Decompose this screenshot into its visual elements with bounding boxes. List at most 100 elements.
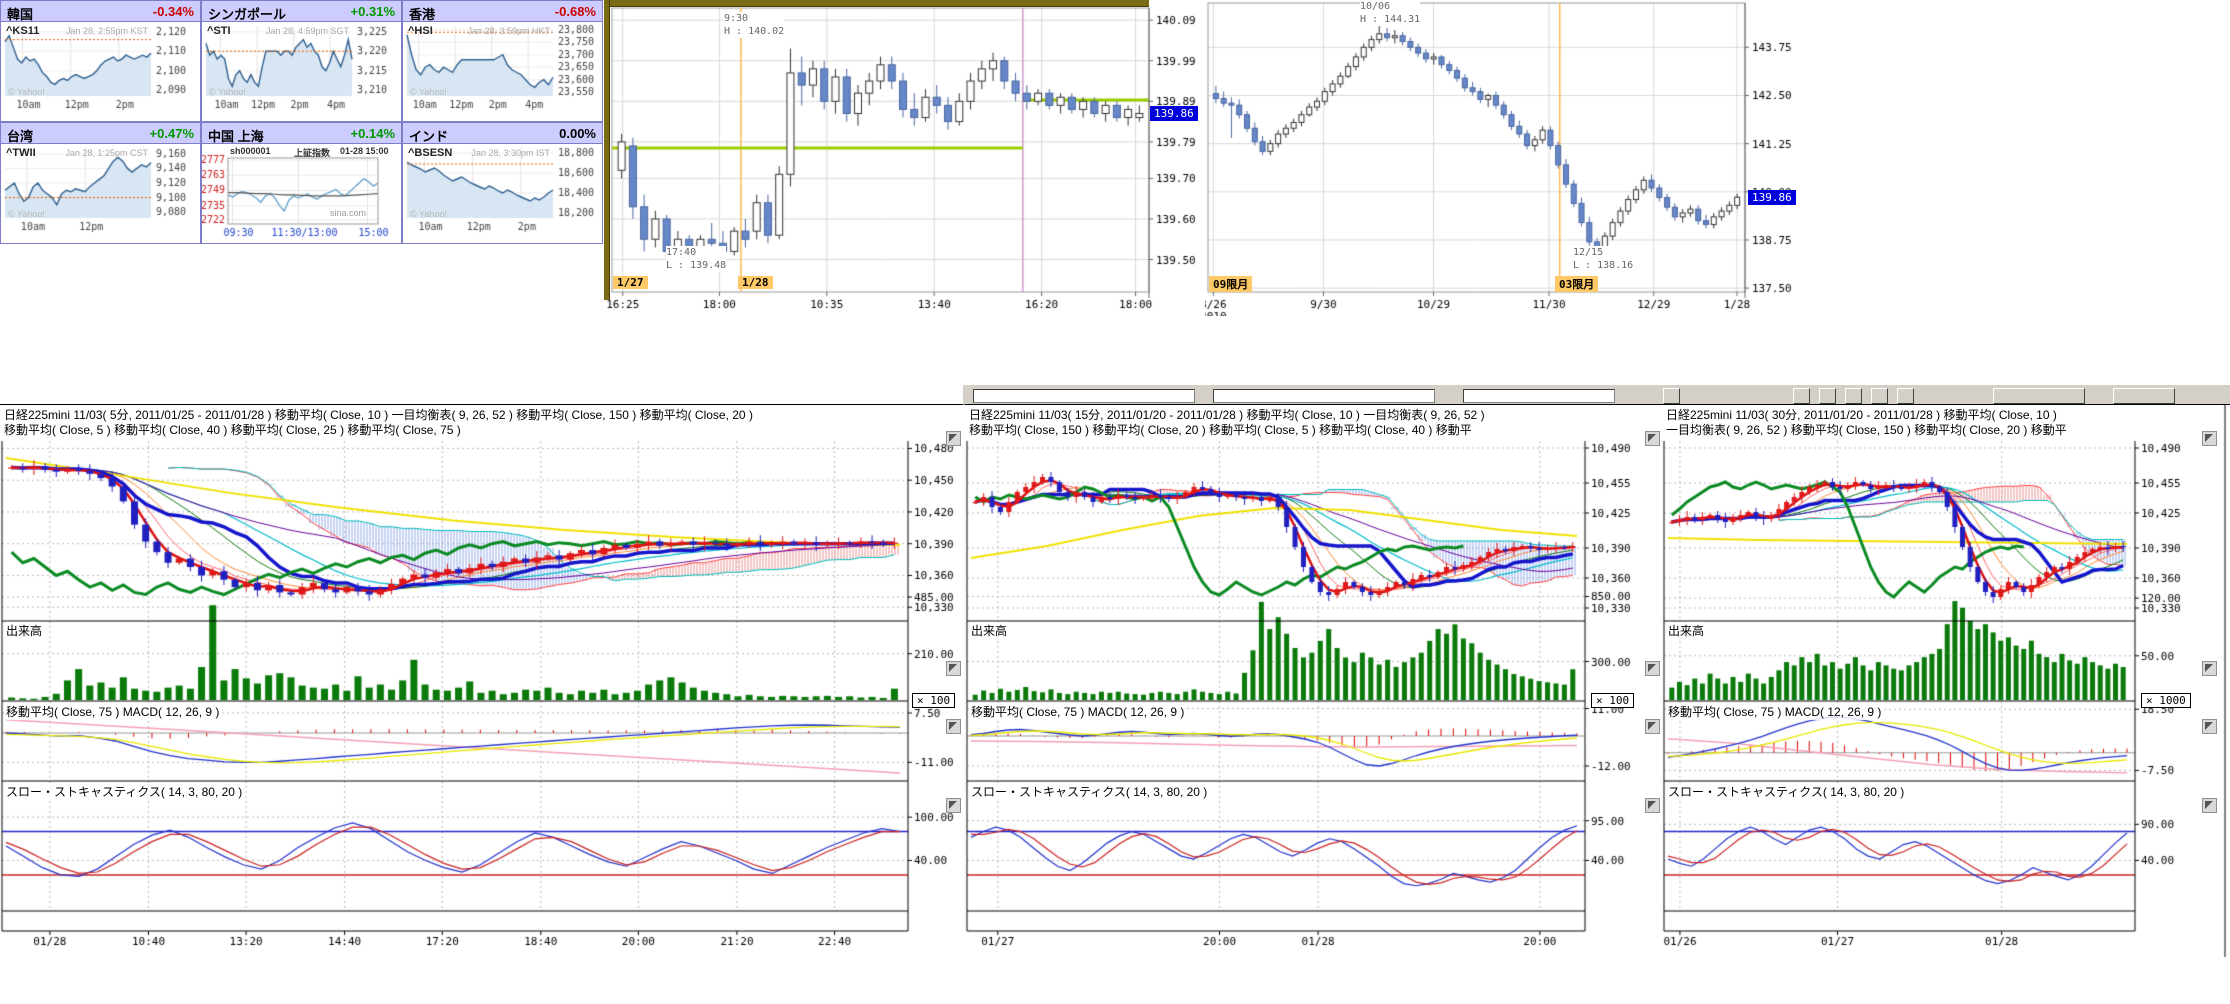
nikkei-mini-15min-chart: 日経225mini 11/03( 15分, 2011/01/20 - 2011/… [965,404,1662,956]
ticker-symbol: ^BSESN [408,147,452,159]
5min-chart-canvas[interactable] [0,405,963,957]
toolbar-button[interactable] [1897,388,1914,404]
change-badge: -0.68% [555,4,596,19]
ticker-symbol: ^HSI [408,25,433,37]
pane-scale-button[interactable] [946,661,961,676]
toolbar-button[interactable] [1819,388,1836,404]
widget-singapore[interactable]: シンガポール +0.31% ^STI Jan 28, 4:59pm SGT © … [201,0,402,122]
yahoo-copyright: © Yahoo! [410,87,447,97]
stochastics-pane-label: スロー・ストキャスティクス( 14, 3, 80, 20 ) [6,783,242,800]
current-price-tag: 139.86 [1150,106,1198,121]
korea-sparkline-canvas[interactable] [1,22,200,122]
contract-tag-03: 03限月 [1555,276,1598,292]
high-value: H : 144.31 [1360,13,1420,26]
date-tag-127: 1/27 [613,276,648,289]
yahoo-copyright: © Yahoo! [410,209,447,219]
quote-timestamp: Jan 28, 1:25pm CST [65,148,148,158]
high-annotation: 10/06 H : 144.31 [1360,0,1420,26]
contract-tag-09: 09限月 [1209,276,1252,292]
singapore-sparkline-canvas[interactable] [202,22,401,122]
quote-timestamp: Jan 28, 2:55pm KST [66,26,148,36]
date-tag-128: 1/28 [738,276,773,289]
yahoo-copyright: © Yahoo! [8,209,45,219]
quote-timestamp: Jan 28, 3:30pm IST [471,148,550,158]
pane-scale-button[interactable] [1645,661,1660,676]
macd-pane-label: 移動平均( Close, 75 ) MACD( 12, 26, 9 ) [6,703,219,720]
toolbar-button[interactable] [1845,388,1862,404]
pane-scale-button[interactable] [946,719,961,734]
chart-frame-top [604,0,1149,7]
high-annotation: 9:30 H : 140.02 [724,12,784,38]
pane-scale-button[interactable] [2202,661,2217,676]
pane-scale-button[interactable] [2202,431,2217,446]
widget-title: 台湾 [7,126,33,145]
sina-timestamp: 01-28 15:00 [340,146,389,156]
low-value: L : 138.16 [1573,259,1633,272]
chart-indicators: 一目均衡表( 9, 26, 52 ) 移動平均( Close, 150 ) 移動… [1666,421,2166,438]
sina-watermark: sina.com [330,208,366,218]
pane-scale-button[interactable] [946,431,961,446]
chart-toolbar-clipped [963,385,2230,405]
widget-title: 韓国 [7,4,33,23]
widget-title: インド [409,126,448,145]
low-value: L : 139.48 [666,259,726,272]
low-annotation: 17:40 L : 139.48 [666,246,726,272]
current-price-tag: 139.86 [1748,190,1796,205]
macd-pane-label: 移動平均( Close, 75 ) MACD( 12, 26, 9 ) [1668,703,1881,720]
pane-scale-button[interactable] [1645,431,1660,446]
toolbar-button[interactable] [1793,388,1810,404]
widget-title: 中国 上海 [208,126,264,145]
taiwan-sparkline-canvas[interactable] [1,144,200,244]
pane-scale-button[interactable] [2202,719,2217,734]
toolbar-button[interactable] [2113,388,2175,404]
toolbar-combobox[interactable] [973,389,1195,403]
high-time: 10/06 [1360,0,1420,13]
change-badge: +0.14% [351,126,395,141]
volume-multiplier: × 1000 [2141,693,2191,708]
widget-india[interactable]: インド 0.00% ^BSESN Jan 28, 3:30pm IST © Ya… [402,122,603,244]
change-badge: 0.00% [559,126,596,141]
toolbar-button[interactable] [1993,388,2085,404]
sina-index-name: 上証指数 [294,146,330,159]
widget-hongkong[interactable]: 香港 -0.68% ^HSI Jan 28, 3:59pm HKT © Yaho… [402,0,603,122]
volume-pane-label: 出来高 [6,622,42,639]
india-sparkline-canvas[interactable] [403,144,602,244]
change-badge: -0.34% [153,4,194,19]
15min-chart-canvas[interactable] [965,405,1662,957]
widget-shanghai[interactable]: 中国 上海 +0.14% sh000001 上証指数 01-28 15:00 s… [201,122,402,244]
high-time: 9:30 [724,12,784,25]
toolbar-button[interactable] [1871,388,1888,404]
nikkei-mini-30min-chart: 日経225mini 11/03( 30分, 2011/01/20 - 2011/… [1662,404,2230,956]
volume-pane-label: 出来高 [1668,622,1704,639]
toolbar-combobox[interactable] [1463,389,1615,403]
30min-chart-canvas[interactable] [1662,405,2230,957]
pane-scale-button[interactable] [1645,719,1660,734]
change-badge: +0.47% [150,126,194,141]
quote-timestamp: Jan 28, 3:59pm HKT [467,26,550,36]
pane-scale-button[interactable] [946,798,961,813]
stochastics-pane-label: スロー・ストキャスティクス( 14, 3, 80, 20 ) [1668,783,1904,800]
sina-symbol: sh000001 [230,146,271,156]
widget-taiwan[interactable]: 台湾 +0.47% ^TWII Jan 28, 1:25pm CST © Yah… [0,122,201,244]
pane-scale-button[interactable] [1645,798,1660,813]
change-badge: +0.31% [351,4,395,19]
trading-workspace: 韓国 -0.34% ^KS11 Jan 28, 2:55pm KST © Yah… [0,0,2230,1004]
daily-chart-canvas[interactable] [1205,0,1801,316]
ticker-symbol: ^KS11 [6,25,39,37]
ticker-symbol: ^STI [207,25,231,37]
widget-title: シンガポール [208,4,286,23]
pane-scale-button[interactable] [2202,798,2217,813]
hongkong-sparkline-canvas[interactable] [403,22,602,122]
toolbar-button[interactable] [1663,388,1680,404]
shanghai-sparkline-canvas[interactable] [202,144,401,244]
yahoo-copyright: © Yahoo! [209,87,246,97]
low-time: 17:40 [666,246,726,259]
widget-korea[interactable]: 韓国 -0.34% ^KS11 Jan 28, 2:55pm KST © Yah… [0,0,201,122]
stochastics-pane-label: スロー・ストキャスティクス( 14, 3, 80, 20 ) [971,783,1207,800]
chart-indicators: 移動平均( Close, 150 ) 移動平均( Close, 20 ) 移動平… [969,421,1599,438]
nikkei-mini-5min-chart: 日経225mini 11/03( 5分, 2011/01/25 - 2011/0… [0,404,963,956]
quote-timestamp: Jan 28, 4:59pm SGT [266,26,349,36]
toolbar-combobox[interactable] [1213,389,1435,403]
intraday-candle-chart: 9:30 H : 140.02 17:40 L : 139.48 139.86 … [604,0,1200,316]
volume-pane-label: 出来高 [971,622,1007,639]
